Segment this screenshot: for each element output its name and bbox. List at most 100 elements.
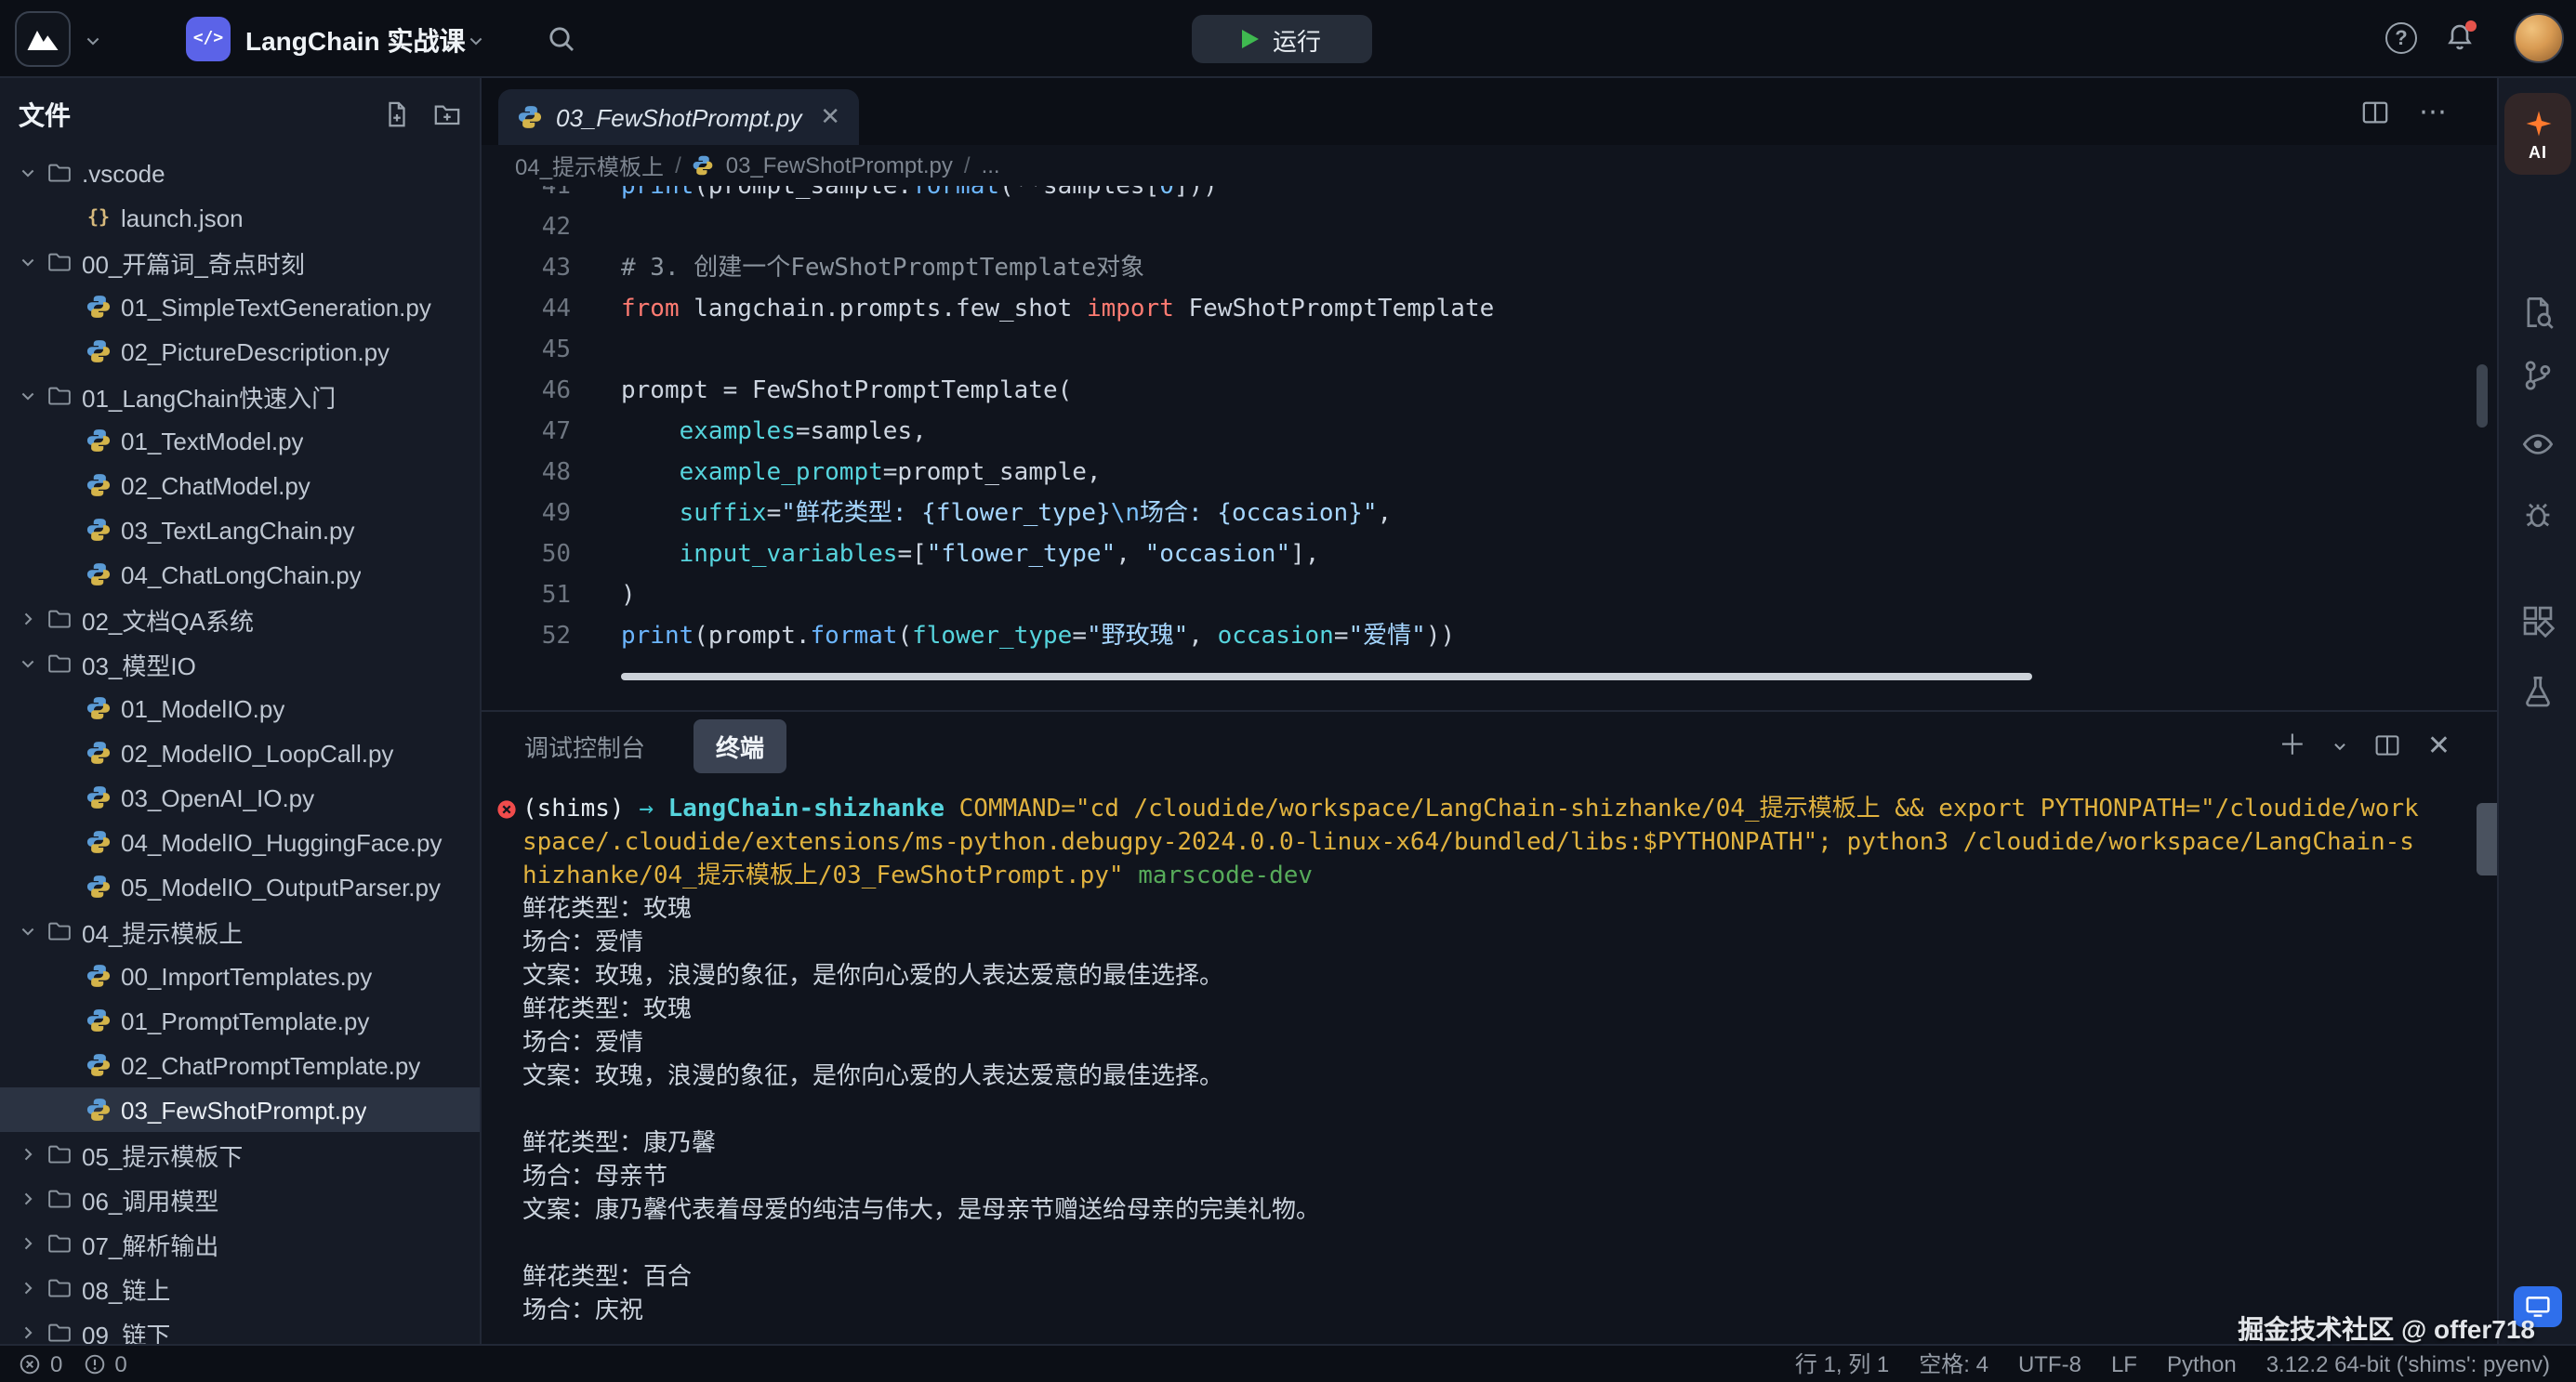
- statusbar-item[interactable]: LF: [2111, 1351, 2137, 1377]
- ai-assistant-button[interactable]: AI: [2504, 93, 2571, 175]
- extensions-icon[interactable]: [2521, 604, 2555, 638]
- tree-item-folder[interactable]: 06_调用模型: [0, 1177, 480, 1221]
- code-line[interactable]: 49 suffix="鲜花类型: {flower_type}\n场合: {occ…: [482, 494, 2497, 535]
- notifications-bell-icon[interactable]: [2445, 22, 2475, 52]
- code-line[interactable]: 48 example_prompt=prompt_sample,: [482, 454, 2497, 494]
- file-explorer: 文件 .vscode{}launch.json00_开篇词_奇点时刻01_Sim…: [0, 78, 482, 1344]
- user-avatar[interactable]: [2514, 13, 2564, 63]
- tree-item-folder[interactable]: 05_提示模板下: [0, 1132, 480, 1177]
- panel-tab-active[interactable]: 终端: [694, 718, 786, 772]
- new-folder-icon[interactable]: [433, 100, 461, 128]
- tree-item-folder[interactable]: .vscode: [0, 151, 480, 195]
- tree-item-folder[interactable]: 01_LangChain快速入门: [0, 374, 480, 418]
- tree-item-folder[interactable]: 08_链上: [0, 1266, 480, 1310]
- python-file-icon: [86, 472, 112, 498]
- split-panel-icon[interactable]: [2375, 732, 2401, 758]
- python-file-icon: [86, 874, 112, 900]
- terminal-output-line: 鲜花类型：百合: [522, 1262, 2426, 1296]
- app-logo[interactable]: [15, 11, 71, 67]
- more-actions-icon[interactable]: ⋯: [2419, 95, 2449, 128]
- run-button[interactable]: 运行: [1192, 15, 1372, 63]
- code-text: [621, 331, 636, 372]
- editor-tab[interactable]: 03_FewShotPrompt.py ✕: [498, 89, 859, 145]
- workspace-title[interactable]: LangChain 实战课: [245, 22, 465, 59]
- panel-tab-inactive[interactable]: 调试控制台: [502, 718, 667, 772]
- tree-item-folder[interactable]: 07_解析输出: [0, 1221, 480, 1266]
- breadcrumb-item[interactable]: 04_提示模板上: [515, 150, 664, 181]
- code-line[interactable]: 43# 3. 创建一个FewShotPromptTemplate对象: [482, 249, 2497, 290]
- tree-item-folder[interactable]: 04_提示模板上: [0, 909, 480, 954]
- tree-item-file[interactable]: 03_OpenAI_IO.py: [0, 775, 480, 820]
- code-line[interactable]: 52print(prompt.format(flower_type="野玫瑰",…: [482, 617, 2497, 658]
- tree-item-folder[interactable]: 02_文档QA系统: [0, 597, 480, 641]
- tree-item-folder[interactable]: 09_链下: [0, 1310, 480, 1344]
- warnings-icon[interactable]: [83, 1353, 105, 1375]
- source-control-icon[interactable]: [2521, 359, 2555, 392]
- terminal-scrollbar[interactable]: [2477, 803, 2497, 875]
- chevron-down-icon[interactable]: [2332, 737, 2349, 754]
- tree-item-file[interactable]: 01_SimpleTextGeneration.py: [0, 284, 480, 329]
- line-number: 52: [482, 617, 571, 658]
- code-editor[interactable]: 41print(prompt_sample.format(**samples[0…: [482, 186, 2497, 682]
- code-line[interactable]: 42: [482, 208, 2497, 249]
- tree-item-file[interactable]: 03_FewShotPrompt.py: [0, 1087, 480, 1132]
- tree-item-file[interactable]: 02_ModelIO_LoopCall.py: [0, 730, 480, 775]
- tree-item-file[interactable]: 05_ModelIO_OutputParser.py: [0, 864, 480, 909]
- tree-item-file[interactable]: 02_ChatPromptTemplate.py: [0, 1043, 480, 1087]
- code-line[interactable]: 44from langchain.prompts.few_shot import…: [482, 290, 2497, 331]
- tree-item-label: 02_ChatModel.py: [121, 471, 310, 499]
- close-panel-icon[interactable]: ✕: [2427, 731, 2451, 759]
- breadcrumb[interactable]: 04_提示模板上/03_FewShotPrompt.py/...: [482, 145, 2497, 186]
- code-line[interactable]: 46prompt = FewShotPromptTemplate(: [482, 372, 2497, 413]
- horizontal-scrollbar[interactable]: [621, 673, 2032, 680]
- tree-item-file[interactable]: 01_ModelIO.py: [0, 686, 480, 730]
- split-editor-icon[interactable]: [2361, 98, 2389, 125]
- status-bar: 0 0 行 1, 列 1空格: 4UTF-8LFPython3.12.2 64-…: [0, 1344, 2576, 1382]
- tests-flask-icon[interactable]: [2521, 675, 2555, 708]
- statusbar-item[interactable]: Python: [2167, 1351, 2237, 1377]
- code-text: input_variables=["flower_type", "occasio…: [621, 535, 1319, 576]
- tree-item-file[interactable]: 04_ChatLongChain.py: [0, 552, 480, 597]
- breadcrumb-item[interactable]: 03_FewShotPrompt.py: [726, 152, 953, 178]
- tree-item-file[interactable]: 01_TextModel.py: [0, 418, 480, 463]
- tree-item-folder[interactable]: 00_开篇词_奇点时刻: [0, 240, 480, 284]
- tree-item-label: 03_模型IO: [82, 646, 196, 681]
- tree-item-label: 00_ImportTemplates.py: [121, 962, 372, 990]
- tree-item-file[interactable]: 04_ModelIO_HuggingFace.py: [0, 820, 480, 864]
- code-line[interactable]: 50 input_variables=["flower_type", "occa…: [482, 535, 2497, 576]
- tree-item-label: 02_PictureDescription.py: [121, 337, 390, 365]
- chevron-down-icon: [19, 654, 37, 673]
- chevron-down-icon[interactable]: [84, 32, 102, 50]
- statusbar-item[interactable]: UTF-8: [2018, 1351, 2081, 1377]
- statusbar-item[interactable]: 空格: 4: [1919, 1349, 1988, 1380]
- tree-item-file[interactable]: 03_TextLangChain.py: [0, 507, 480, 552]
- breadcrumb-item[interactable]: ...: [982, 152, 1000, 178]
- statusbar-item[interactable]: 3.12.2 64-bit ('shims': pyenv): [2266, 1351, 2550, 1377]
- file-search-icon[interactable]: [2521, 296, 2555, 329]
- folder-icon: [46, 1320, 73, 1344]
- tree-item-folder[interactable]: 03_模型IO: [0, 641, 480, 686]
- terminal[interactable]: (shims) → LangChain-shizhanke COMMAND="c…: [522, 794, 2426, 1329]
- new-terminal-icon[interactable]: ＋: [2279, 731, 2306, 759]
- new-file-icon[interactable]: [383, 100, 411, 128]
- debug-bug-icon[interactable]: [2521, 498, 2555, 532]
- errors-icon[interactable]: [19, 1353, 41, 1375]
- search-icon[interactable]: [547, 24, 576, 54]
- tree-item-file[interactable]: 00_ImportTemplates.py: [0, 954, 480, 998]
- chevron-down-icon[interactable]: [467, 32, 485, 50]
- tab-close-icon[interactable]: ✕: [820, 102, 840, 132]
- tree-item-file[interactable]: 01_PromptTemplate.py: [0, 998, 480, 1043]
- help-icon[interactable]: ?: [2385, 22, 2417, 54]
- tree-item-file[interactable]: {}launch.json: [0, 195, 480, 240]
- code-line[interactable]: 41print(prompt_sample.format(**samples[0…: [482, 186, 2497, 208]
- code-line[interactable]: 47 examples=samples,: [482, 413, 2497, 454]
- editor-scrollbar[interactable]: [2477, 364, 2488, 428]
- code-line[interactable]: 51): [482, 576, 2497, 617]
- preview-eye-icon[interactable]: [2521, 428, 2555, 461]
- code-line[interactable]: 45: [482, 331, 2497, 372]
- statusbar-item[interactable]: 行 1, 列 1: [1795, 1349, 1889, 1380]
- python-file-icon: [517, 104, 543, 130]
- tree-item-file[interactable]: 02_ChatModel.py: [0, 463, 480, 507]
- tree-item-label: 02_ModelIO_LoopCall.py: [121, 739, 393, 767]
- tree-item-file[interactable]: 02_PictureDescription.py: [0, 329, 480, 374]
